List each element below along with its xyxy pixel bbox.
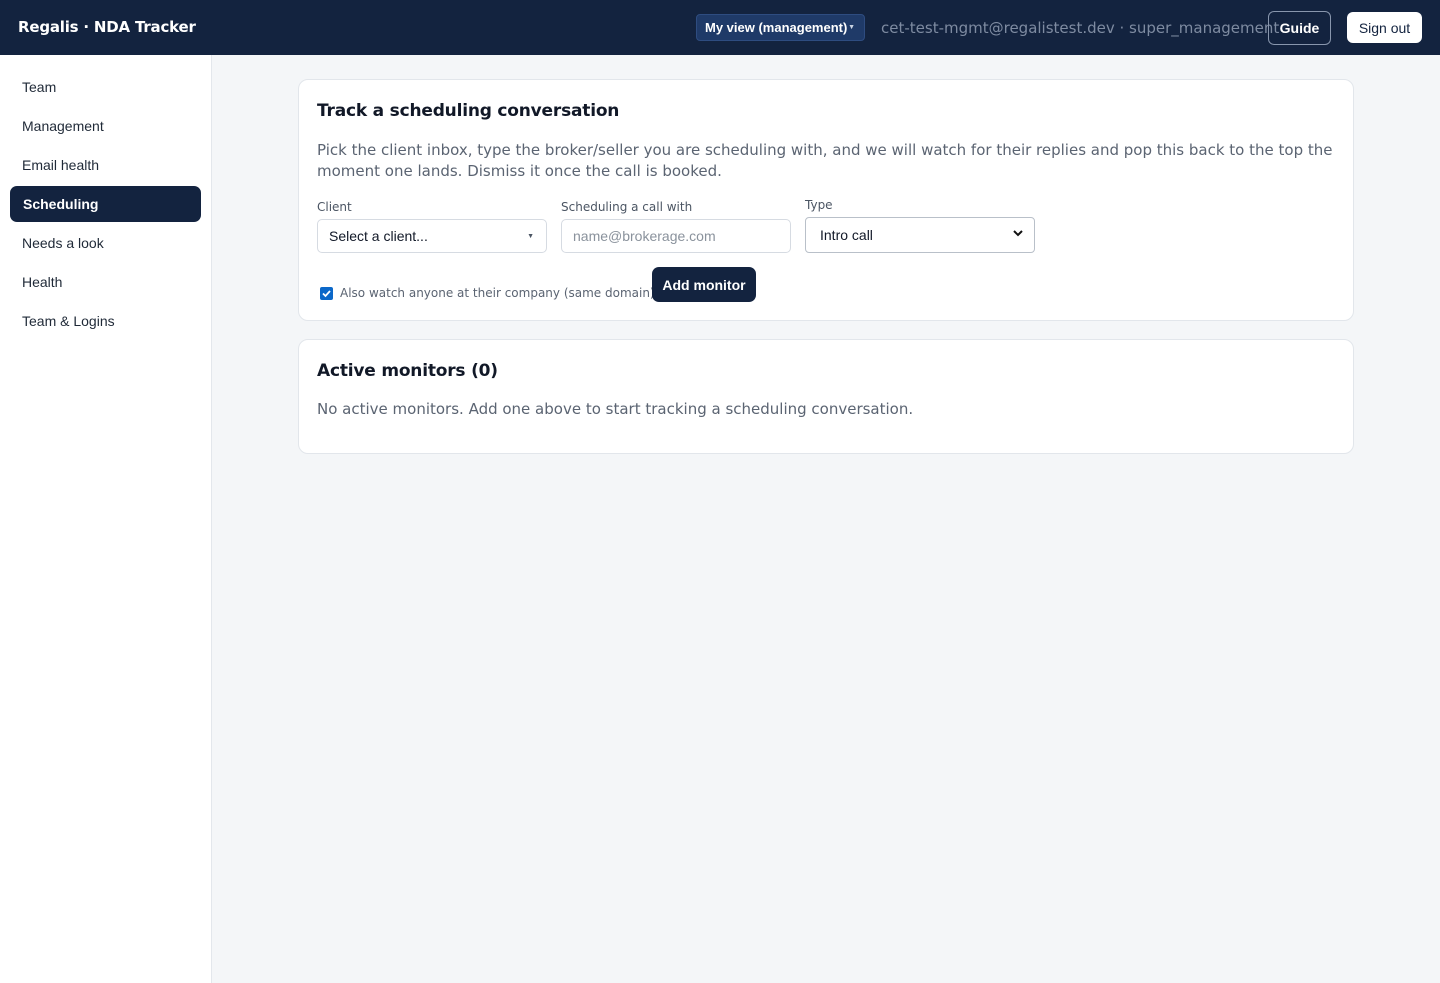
- sidebar: Team Management Email health Scheduling …: [0, 55, 212, 983]
- chevron-down-icon: [1013, 230, 1023, 237]
- caret-down-icon: ▼: [848, 24, 855, 31]
- sidebar-item-health[interactable]: Health: [10, 264, 201, 300]
- client-select-value: Select a client...: [329, 228, 428, 244]
- caret-down-icon: ▼: [527, 233, 534, 240]
- contact-email-input[interactable]: name@brokerage.com: [561, 219, 791, 253]
- same-domain-checkbox[interactable]: [320, 286, 333, 300]
- contact-label: Scheduling a call with: [561, 200, 693, 214]
- sign-out-button[interactable]: Sign out: [1347, 12, 1422, 43]
- sidebar-item-team[interactable]: Team: [10, 69, 201, 105]
- top-bar: Regalis · NDA Tracker My view (managemen…: [0, 0, 1440, 55]
- type-label: Type: [805, 198, 833, 212]
- guide-button[interactable]: Guide: [1268, 11, 1331, 45]
- same-domain-row: Also watch anyone at their company (same…: [320, 286, 655, 300]
- track-card-description: Pick the client inbox, type the broker/s…: [317, 141, 1333, 180]
- sidebar-item-management[interactable]: Management: [10, 108, 201, 144]
- sidebar-item-scheduling[interactable]: Scheduling: [10, 186, 201, 222]
- client-label: Client: [317, 200, 352, 214]
- client-select[interactable]: Select a client... ▼: [317, 219, 547, 253]
- track-conversation-card: Track a scheduling conversation Pick the…: [298, 79, 1354, 321]
- add-monitor-button[interactable]: Add monitor: [652, 267, 756, 302]
- monitors-card-title: Active monitors (0): [317, 361, 498, 381]
- view-selector[interactable]: My view (management) ▼: [696, 14, 865, 41]
- sidebar-item-email-health[interactable]: Email health: [10, 147, 201, 183]
- sidebar-item-team-logins[interactable]: Team & Logins: [10, 303, 201, 339]
- track-card-title: Track a scheduling conversation: [317, 101, 620, 121]
- sidebar-item-needs-a-look[interactable]: Needs a look: [10, 225, 201, 261]
- same-domain-label: Also watch anyone at their company (same…: [340, 286, 655, 300]
- type-select-value: Intro call: [820, 227, 873, 243]
- type-select[interactable]: Intro call: [805, 217, 1035, 253]
- contact-email-placeholder: name@brokerage.com: [573, 228, 716, 244]
- active-monitors-card: Active monitors (0) No active monitors. …: [298, 339, 1354, 454]
- empty-monitors-message: No active monitors. Add one above to sta…: [317, 400, 914, 418]
- checkmark-icon: [322, 289, 331, 297]
- user-info: cet-test-mgmt@regalistest.dev · super_ma…: [881, 19, 1280, 37]
- app-brand: Regalis · NDA Tracker: [18, 18, 196, 36]
- view-selector-label: My view (management): [705, 20, 848, 35]
